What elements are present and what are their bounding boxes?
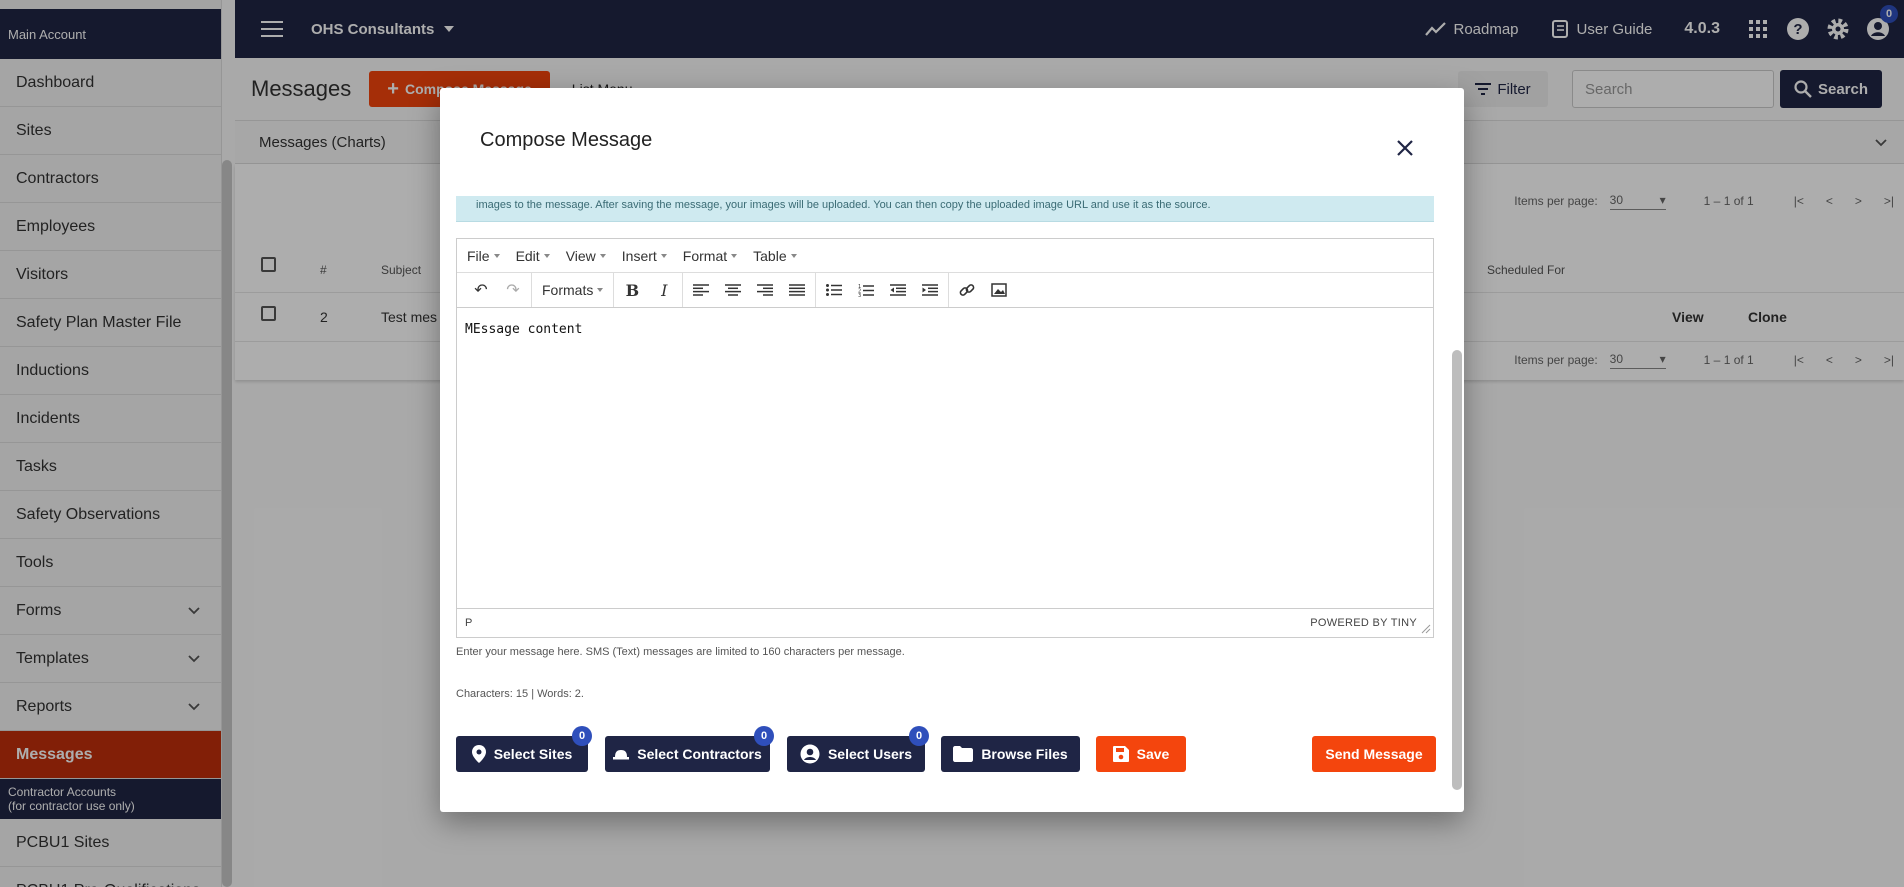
hard-hat-icon [613, 750, 630, 760]
info-alert: images to the message. After saving the … [456, 196, 1434, 222]
align-center-icon[interactable] [717, 274, 749, 306]
italic-icon[interactable]: I [648, 274, 680, 306]
align-left-icon[interactable] [685, 274, 717, 306]
menu-insert[interactable]: Insert [622, 248, 667, 264]
image-icon[interactable] [983, 274, 1015, 306]
menu-format[interactable]: Format [683, 248, 737, 264]
browse-files-button[interactable]: Browse Files [941, 736, 1080, 772]
select-sites-label: Select Sites [493, 746, 573, 762]
redo-icon[interactable]: ↷ [497, 274, 529, 306]
save-label: Save [1136, 746, 1170, 762]
browse-files-label: Browse Files [981, 746, 1068, 762]
select-contractors-label: Select Contractors [637, 746, 762, 762]
menu-file[interactable]: File [467, 248, 500, 264]
menu-table[interactable]: Table [753, 248, 796, 264]
editor-content[interactable]: MEssage content [457, 308, 1433, 608]
select-sites-badge: 0 [572, 726, 592, 746]
numbered-list-icon[interactable]: 123 [850, 274, 882, 306]
bold-icon[interactable]: B [616, 274, 648, 306]
select-contractors-badge: 0 [754, 726, 774, 746]
menu-view[interactable]: View [566, 248, 606, 264]
formats-dropdown[interactable]: Formats [534, 274, 611, 306]
save-button[interactable]: Save [1096, 736, 1186, 772]
undo-icon[interactable]: ↶ [465, 274, 497, 306]
compose-message-dialog: Compose Message images to the message. A… [440, 88, 1464, 812]
powered-by-label: POWERED BY TINY [1310, 616, 1417, 629]
outdent-icon[interactable] [882, 274, 914, 306]
floppy-disk-icon [1112, 746, 1129, 762]
select-users-label: Select Users [827, 746, 913, 762]
select-sites-button[interactable]: Select Sites 0 [456, 726, 592, 772]
message-hint: Enter your message here. SMS (Text) mess… [456, 646, 905, 658]
select-users-button[interactable]: Select Users 0 [787, 726, 929, 772]
align-justify-icon[interactable] [781, 274, 813, 306]
dialog-title: Compose Message [480, 129, 653, 151]
resize-handle-icon[interactable] [1421, 624, 1431, 634]
select-users-badge: 0 [909, 726, 929, 746]
close-icon[interactable] [1396, 139, 1414, 157]
link-icon[interactable] [951, 274, 983, 306]
element-path: P [465, 616, 473, 629]
location-pin-icon [471, 745, 486, 763]
editor-statusbar: P POWERED BY TINY [457, 608, 1433, 636]
indent-icon[interactable] [914, 274, 946, 306]
editor-menubar: File Edit View Insert Format Table [457, 239, 1433, 273]
rich-text-editor: File Edit View Insert Format Table ↶ ↷ F… [456, 238, 1434, 638]
send-message-button[interactable]: Send Message [1312, 736, 1436, 772]
folder-icon [953, 746, 974, 762]
bullet-list-icon[interactable] [818, 274, 850, 306]
editor-toolbar: ↶ ↷ Formats B I 123 [457, 273, 1433, 308]
dialog-actions: Select Sites 0 Select Contractors 0 Sele… [456, 726, 1436, 772]
info-alert-text: images to the message. After saving the … [476, 199, 1211, 211]
align-right-icon[interactable] [749, 274, 781, 306]
dialog-scrollbar[interactable] [1452, 350, 1462, 790]
svg-text:3: 3 [858, 293, 861, 297]
select-contractors-button[interactable]: Select Contractors 0 [605, 726, 774, 772]
menu-edit[interactable]: Edit [516, 248, 550, 264]
character-count: Characters: 15 | Words: 2. [456, 688, 584, 700]
user-circle-icon [800, 744, 820, 764]
